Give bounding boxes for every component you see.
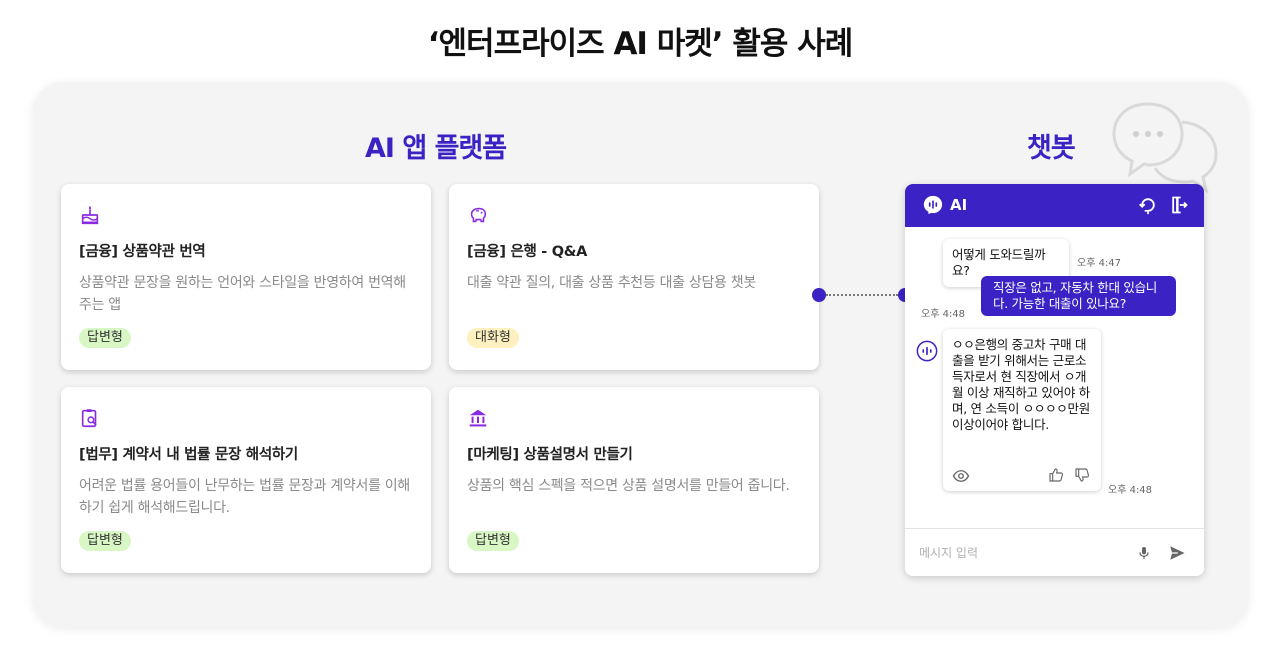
card-description: 어려운 법률 용어들이 난무하는 법률 문장과 계약서를 이해하기 쉽게 해석해… (79, 478, 410, 516)
card-title: [금융] 상품약관 번역 (79, 244, 206, 260)
chat-header: AI (905, 184, 1204, 227)
cake-icon (81, 205, 99, 225)
message-input[interactable] (919, 542, 1119, 564)
chatbot-window: AI 어떻게 도와드릴까요? 오후 4:47 직장은 없고, 자동차 한대 있습… (905, 184, 1204, 576)
message-actions (943, 467, 1101, 487)
app-card-translation[interactable]: [금융] 상품약관 번역 상품약관 문장을 원하는 언어와 스타일을 반영하여 … (61, 184, 431, 370)
thumbs-down-icon[interactable] (1074, 467, 1090, 483)
bank-icon (469, 409, 487, 427)
refresh-icon[interactable] (1138, 195, 1158, 215)
message-time: 오후 4:48 (921, 309, 966, 320)
card-title: [법무] 계약서 내 법률 문장 해석하기 (79, 447, 298, 463)
ai-logo-icon (923, 195, 943, 215)
card-tag: 답변형 (467, 531, 519, 551)
apps-section-title: AI 앱 플랫폼 (365, 133, 507, 164)
card-tag: 답변형 (79, 531, 131, 551)
chatbot-section-title: 챗봇 (1027, 133, 1076, 164)
card-description: 상품의 핵심 스펙을 적으면 상품 설명서를 만들어 줍니다. (467, 478, 790, 494)
chat-header-title: AI (950, 196, 968, 214)
card-tag: 답변형 (79, 328, 131, 348)
eye-icon[interactable] (952, 467, 970, 485)
card-title: [금융] 은행 - Q&A (467, 244, 588, 260)
microphone-icon[interactable] (1136, 544, 1152, 562)
bot-avatar-icon (916, 340, 938, 362)
page-title: ‘엔터프라이즈 AI 마켓’ 활용 사례 (427, 26, 854, 62)
bot-message: ㅇㅇ은행의 중고차 구매 대출을 받기 위해서는 근로소득자로서 현 직장에서 … (943, 329, 1101, 491)
connector-line (826, 294, 898, 296)
connector-dot-left (812, 288, 826, 302)
message-time: 오후 4:47 (1077, 258, 1122, 269)
send-icon[interactable] (1168, 544, 1186, 562)
clipboard-search-icon (81, 409, 97, 428)
card-description: 상품약관 문장을 원하는 언어와 스타일을 반영하여 번역해주는 앱 (79, 275, 406, 313)
bot-message-text: ㅇㅇ은행의 중고차 구매 대출을 받기 위해서는 근로소득자로서 현 직장에서 … (952, 337, 1090, 432)
app-card-bank-qa[interactable]: [금융] 은행 - Q&A 대출 약관 질의, 대출 상품 추천등 대출 상담용… (449, 184, 819, 370)
message-time: 오후 4:48 (1108, 485, 1153, 496)
card-tag: 대화형 (467, 328, 519, 348)
app-card-legal[interactable]: [법무] 계약서 내 법률 문장 해석하기 어려운 법률 용어들이 난무하는 법… (61, 387, 431, 573)
card-title: [마케팅] 상품설명서 만들기 (467, 447, 633, 463)
chat-input-bar (905, 528, 1204, 576)
user-message: 직장은 없고, 자동차 한대 있습니다. 가능한 대출이 있나요? (981, 276, 1176, 316)
piggy-bank-icon (470, 207, 487, 223)
thumbs-up-icon[interactable] (1048, 467, 1064, 483)
card-description: 대출 약관 질의, 대출 상품 추천등 대출 상담용 챗봇 (467, 275, 756, 291)
exit-icon[interactable] (1169, 195, 1189, 215)
app-card-marketing[interactable]: [마케팅] 상품설명서 만들기 상품의 핵심 스펙을 적으면 상품 설명서를 만… (449, 387, 819, 573)
chat-bubbles-icon (1112, 102, 1218, 194)
